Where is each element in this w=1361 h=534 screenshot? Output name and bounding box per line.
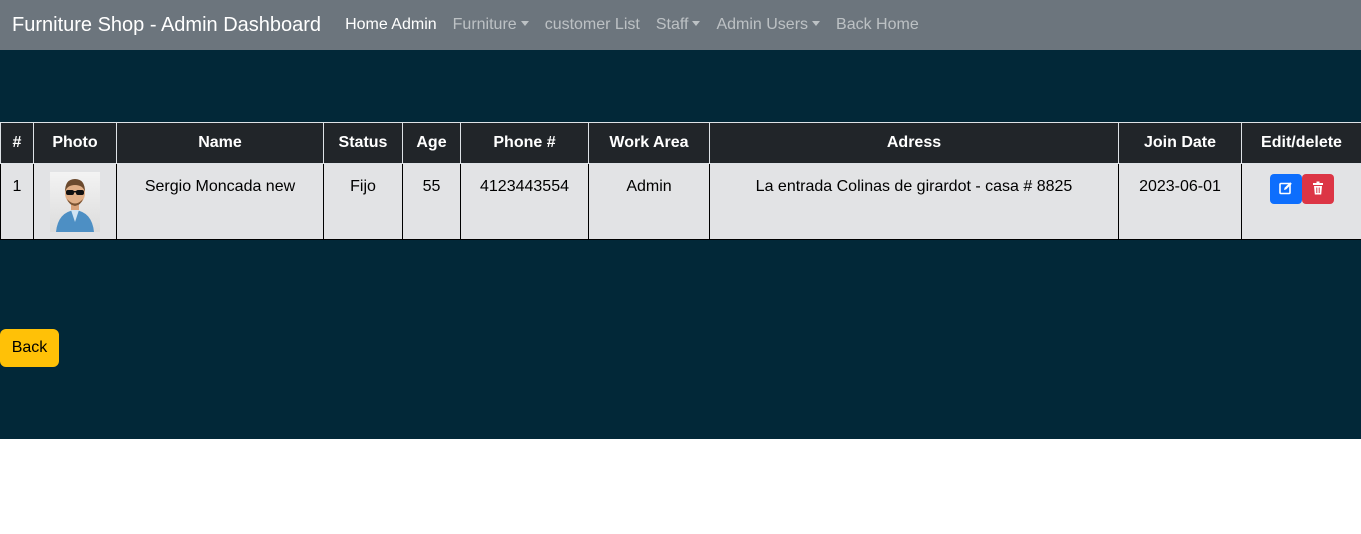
staff-photo bbox=[50, 172, 100, 232]
caret-down-icon bbox=[692, 21, 701, 26]
cell-work-area: Admin bbox=[588, 163, 710, 240]
caret-down-icon bbox=[812, 21, 821, 26]
brand-title[interactable]: Furniture Shop - Admin Dashboard bbox=[12, 14, 321, 37]
nav-customer-list[interactable]: customer List bbox=[537, 16, 648, 34]
caret-down-icon bbox=[520, 21, 529, 26]
col-header-status: Status bbox=[323, 122, 403, 164]
person-photo-icon bbox=[56, 179, 94, 232]
main-content: # Photo Name Status Age Phone # Work Are… bbox=[0, 50, 1361, 439]
col-header-age: Age bbox=[402, 122, 461, 164]
nav-admin-users-label: Admin Users bbox=[716, 16, 809, 33]
cell-actions bbox=[1241, 163, 1361, 240]
back-button[interactable]: Back bbox=[0, 329, 59, 367]
edit-icon bbox=[1278, 182, 1292, 195]
edit-button[interactable] bbox=[1269, 174, 1302, 204]
col-header-edit-delete: Edit/delete bbox=[1241, 122, 1361, 164]
staff-table: # Photo Name Status Age Phone # Work Are… bbox=[0, 122, 1361, 240]
col-header-photo: Photo bbox=[33, 122, 117, 164]
cell-join-date: 2023-06-01 bbox=[1118, 163, 1242, 240]
cell-number: 1 bbox=[0, 163, 34, 240]
cell-name: Sergio Moncada new bbox=[116, 163, 324, 240]
col-header-join-date: Join Date bbox=[1118, 122, 1242, 164]
cell-age: 55 bbox=[402, 163, 461, 240]
cell-phone: 4123443554 bbox=[460, 163, 589, 240]
nav-furniture-dropdown[interactable]: Furniture bbox=[445, 16, 537, 34]
cell-status: Fijo bbox=[323, 163, 403, 240]
trash-icon bbox=[1312, 181, 1323, 195]
col-header-name: Name bbox=[116, 122, 324, 164]
table-header-row: # Photo Name Status Age Phone # Work Are… bbox=[0, 122, 1361, 164]
col-header-number: # bbox=[0, 122, 34, 164]
nav-furniture-label: Furniture bbox=[452, 16, 517, 33]
top-navbar: Furniture Shop - Admin Dashboard Home Ad… bbox=[0, 0, 1361, 50]
cell-address: La entrada Colinas de girardot - casa # … bbox=[709, 163, 1119, 240]
nav-admin-users-dropdown[interactable]: Admin Users bbox=[708, 16, 828, 34]
nav-staff-dropdown[interactable]: Staff bbox=[648, 16, 709, 34]
nav-home-admin[interactable]: Home Admin bbox=[337, 16, 445, 34]
delete-button[interactable] bbox=[1301, 174, 1334, 204]
table-row: 1 Sergio Moncada new Fijo 55 4123443554 … bbox=[0, 163, 1361, 240]
nav-staff-label: Staff bbox=[655, 16, 689, 33]
col-header-phone: Phone # bbox=[460, 122, 589, 164]
nav-back-home[interactable]: Back Home bbox=[828, 16, 927, 34]
col-header-address: Adress bbox=[709, 122, 1119, 164]
cell-photo bbox=[33, 163, 117, 240]
col-header-work-area: Work Area bbox=[588, 122, 710, 164]
